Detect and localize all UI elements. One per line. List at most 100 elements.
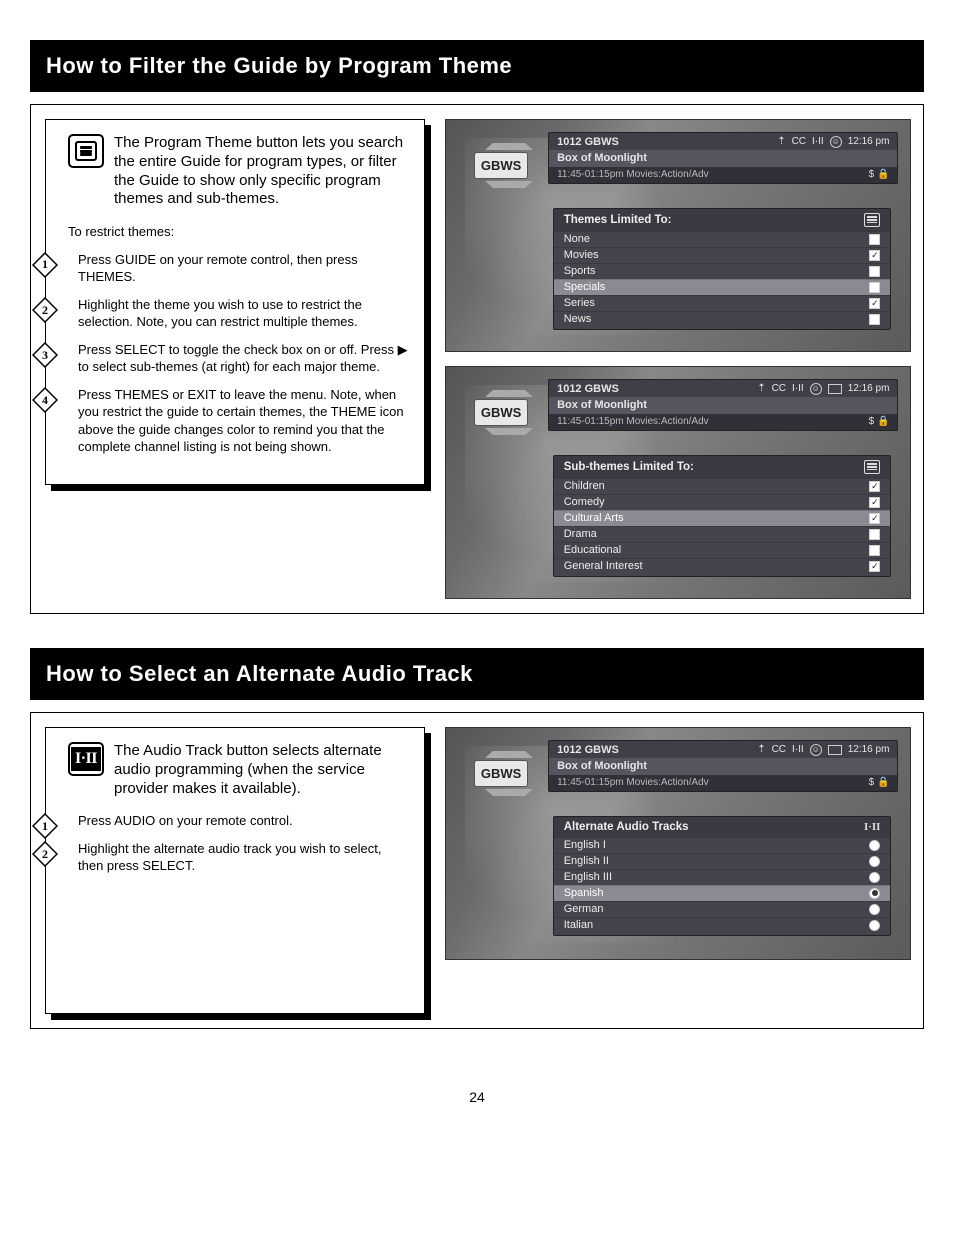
checkbox-icon[interactable] bbox=[869, 529, 880, 540]
list-item[interactable]: Sports bbox=[554, 263, 891, 279]
step-marker-4: 4 bbox=[32, 387, 58, 413]
themes-screenshot-b: GBWS 1012 GBWS ⇡ CC I·II ☺ 12:16 pm Box … bbox=[445, 366, 911, 599]
program-title: Box of Moonlight bbox=[549, 758, 897, 775]
channel-pip-badge: GBWS bbox=[474, 399, 528, 426]
themes-instruction-card: The Program Theme button lets you search… bbox=[45, 119, 425, 485]
list-item[interactable]: Italian bbox=[554, 917, 891, 933]
audio-step-1: 1 Press AUDIO on your remote control. bbox=[74, 812, 408, 830]
audio-panel-icon: I·II bbox=[864, 821, 881, 833]
themes-button-icon bbox=[68, 134, 104, 168]
audio-track-icon: I·II bbox=[812, 136, 824, 147]
checkbox-icon[interactable] bbox=[869, 298, 880, 309]
list-item[interactable]: Children bbox=[554, 478, 891, 494]
list-item[interactable]: Specials bbox=[554, 279, 891, 295]
program-time-genre: 11:45-01:15pm Movies:Action/Adv bbox=[557, 777, 709, 788]
themes-step-4: 4 Press THEMES or EXIT to leave the menu… bbox=[74, 386, 408, 456]
cc-icon: CC bbox=[792, 136, 806, 147]
banner-icons: ⇡ CC I·II ☺ 12:16 pm bbox=[777, 136, 889, 148]
checkbox-icon[interactable] bbox=[869, 481, 880, 492]
clock-time: 12:16 pm bbox=[848, 136, 890, 147]
channel-banner: 1012 GBWS ⇡ CC I·II ☺ 12:16 pm Box of Mo… bbox=[548, 740, 898, 792]
channel-banner: 1012 GBWS ⇡ CC I·II ☺ 12:16 pm Box of Mo… bbox=[548, 132, 898, 184]
themes-step-3: 3 Press SELECT to toggle the check box o… bbox=[74, 341, 408, 376]
checkbox-icon[interactable] bbox=[869, 545, 880, 556]
rating-face-icon: ☺ bbox=[810, 744, 822, 756]
page-number: 24 bbox=[30, 1089, 924, 1105]
clock-time: 12:16 pm bbox=[848, 383, 890, 394]
checkbox-icon[interactable] bbox=[869, 497, 880, 508]
audio-step-1-text: Press AUDIO on your remote control. bbox=[78, 813, 293, 828]
list-item[interactable]: General Interest bbox=[554, 558, 891, 574]
section-header-themes: How to Filter the Guide by Program Theme bbox=[30, 40, 924, 92]
checkbox-icon[interactable] bbox=[869, 250, 880, 261]
list-item[interactable]: Series bbox=[554, 295, 891, 311]
list-item[interactable]: English III bbox=[554, 869, 891, 885]
list-item-label: German bbox=[564, 903, 604, 915]
radio-icon[interactable] bbox=[869, 920, 880, 931]
audio-button-icon: I·II bbox=[68, 742, 104, 776]
themes-step-1: 1 Press GUIDE on your remote control, th… bbox=[74, 251, 408, 286]
audio-step-2-text: Highlight the alternate audio track you … bbox=[78, 841, 382, 874]
list-item[interactable]: Spanish bbox=[554, 885, 891, 901]
themes-instructions-col: The Program Theme button lets you search… bbox=[45, 119, 425, 485]
list-item[interactable]: Comedy bbox=[554, 494, 891, 510]
list-item[interactable]: German bbox=[554, 901, 891, 917]
themes-panel-list[interactable]: None Movies Sports Specials Series News bbox=[554, 231, 891, 327]
pay-lock-icon: $ 🔒 bbox=[869, 169, 890, 180]
list-item-label: News bbox=[564, 313, 592, 325]
themes-step-1-text: Press GUIDE on your remote control, then… bbox=[78, 252, 358, 285]
guide-icon bbox=[828, 384, 842, 394]
audio-head: I·II The Audio Track button selects alte… bbox=[68, 742, 408, 798]
audio-outer-box: I·II The Audio Track button selects alte… bbox=[30, 712, 924, 1029]
radio-icon[interactable] bbox=[869, 840, 880, 851]
list-item[interactable]: None bbox=[554, 231, 891, 247]
themes-steps: 1 Press GUIDE on your remote control, th… bbox=[74, 251, 408, 456]
checkbox-icon[interactable] bbox=[869, 266, 880, 277]
step-marker-2: 2 bbox=[32, 297, 58, 323]
themes-outer-box: The Program Theme button lets you search… bbox=[30, 104, 924, 614]
list-item[interactable]: News bbox=[554, 311, 891, 327]
list-item[interactable]: Movies bbox=[554, 247, 891, 263]
radio-icon[interactable] bbox=[869, 856, 880, 867]
checkbox-icon[interactable] bbox=[869, 314, 880, 325]
antenna-icon: ⇡ bbox=[757, 744, 765, 755]
program-title: Box of Moonlight bbox=[549, 397, 897, 414]
audio-panel: Alternate Audio Tracks I·II English IEng… bbox=[553, 816, 892, 936]
radio-icon[interactable] bbox=[869, 888, 880, 899]
audio-panel-list[interactable]: English IEnglish IIEnglish IIISpanish Ger… bbox=[554, 837, 891, 933]
cc-icon: CC bbox=[772, 383, 786, 394]
list-item[interactable]: Cultural Arts bbox=[554, 510, 891, 526]
checkbox-icon[interactable] bbox=[869, 282, 880, 293]
themes-panel: Themes Limited To: NoneMoviesSportsSpeci… bbox=[553, 208, 892, 330]
subthemes-panel-list[interactable]: Children ComedyCultural ArtsDramaEducatio… bbox=[554, 478, 891, 574]
audio-steps: 1 Press AUDIO on your remote control. 2 … bbox=[74, 812, 408, 875]
radio-icon[interactable] bbox=[869, 904, 880, 915]
program-time-genre: 11:45-01:15pm Movies:Action/Adv bbox=[557, 169, 709, 180]
list-item-label: Sports bbox=[564, 265, 596, 277]
list-item-label: None bbox=[564, 233, 590, 245]
section-header-themes-text: How to Filter the Guide by Program Theme bbox=[46, 53, 512, 79]
banner-icons: ⇡ CC I·II ☺ 12:16 pm bbox=[757, 744, 889, 756]
pay-lock-icon: $ 🔒 bbox=[869, 777, 890, 788]
themes-intro: To restrict themes: bbox=[68, 223, 408, 241]
list-item[interactable]: English II bbox=[554, 853, 891, 869]
checkbox-icon[interactable] bbox=[869, 561, 880, 572]
audio-screenshots-col: GBWS 1012 GBWS ⇡ CC I·II ☺ 12:16 pm Box … bbox=[445, 727, 911, 960]
checkbox-icon[interactable] bbox=[869, 234, 880, 245]
radio-icon[interactable] bbox=[869, 872, 880, 883]
clock-time: 12:16 pm bbox=[848, 744, 890, 755]
audio-screenshot: GBWS 1012 GBWS ⇡ CC I·II ☺ 12:16 pm Box … bbox=[445, 727, 911, 960]
list-item[interactable]: Educational bbox=[554, 542, 891, 558]
list-item[interactable]: English I bbox=[554, 837, 891, 853]
list-item-label: Children bbox=[564, 480, 605, 492]
list-item-label: Series bbox=[564, 297, 595, 309]
subthemes-panel-icon bbox=[864, 460, 880, 474]
themes-step-4-text: Press THEMES or EXIT to leave the menu. … bbox=[78, 387, 404, 455]
checkbox-icon[interactable] bbox=[869, 513, 880, 524]
step-marker-2: 2 bbox=[32, 841, 58, 867]
section-header-audio: How to Select an Alternate Audio Track bbox=[30, 648, 924, 700]
channel-pip-badge: GBWS bbox=[474, 152, 528, 179]
pay-lock-icon: $ 🔒 bbox=[869, 416, 890, 427]
list-item[interactable]: Drama bbox=[554, 526, 891, 542]
banner-icons: ⇡ CC I·II ☺ 12:16 pm bbox=[757, 383, 889, 395]
